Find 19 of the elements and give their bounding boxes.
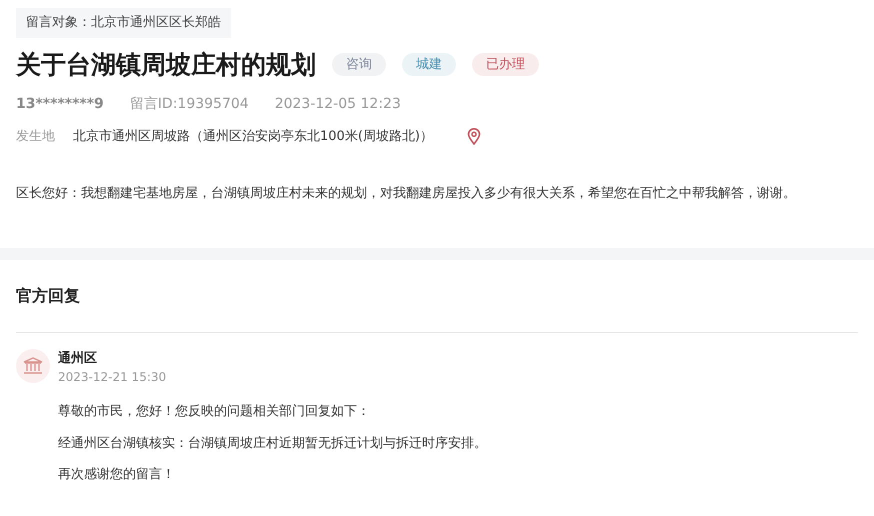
map-pin-icon[interactable]: [466, 128, 481, 145]
page-title: 关于台湖镇周坡庄村的规划: [16, 50, 316, 80]
government-building-icon: [16, 348, 50, 382]
reply-time: 2023-12-21 15:30: [58, 369, 168, 386]
reply-paragraph: 尊敬的市民，您好！您反映的问题相关部门回复如下：: [58, 403, 371, 421]
reply-paragraph: 再次感谢您的留言！: [58, 466, 176, 484]
section-heading: 官方回复: [16, 260, 858, 332]
category-tag: 已办理: [472, 52, 539, 76]
message-id: 留言ID:19395704: [130, 94, 249, 114]
location-address: 北京市通州区周坡路（通州区治安岗亭东北100米(周坡路北)）: [73, 128, 433, 146]
category-tag: 城建: [402, 52, 456, 76]
message-text: 区长您好：我想翻建宅基地房屋，台湖镇周坡庄村未来的规划，对我翻建房屋投入多少有很大关系，希望您在百忙之中帮我解答，谢谢。: [16, 185, 797, 203]
category-tag: 咨询: [332, 52, 386, 76]
location-label: 发生地: [16, 128, 55, 146]
post-time: 2023-12-05 12:23: [274, 94, 401, 114]
recipient-label: 留言对象：北京市通州区区长郑皓: [16, 8, 231, 38]
reply-author: 通州区: [58, 350, 98, 368]
reply-paragraph: 经通州区台湖镇核实：台湖镇周坡庄村近期暂无拆迁计划与拆迁时序安排。: [58, 434, 487, 452]
user-id: 13********9: [16, 94, 104, 114]
